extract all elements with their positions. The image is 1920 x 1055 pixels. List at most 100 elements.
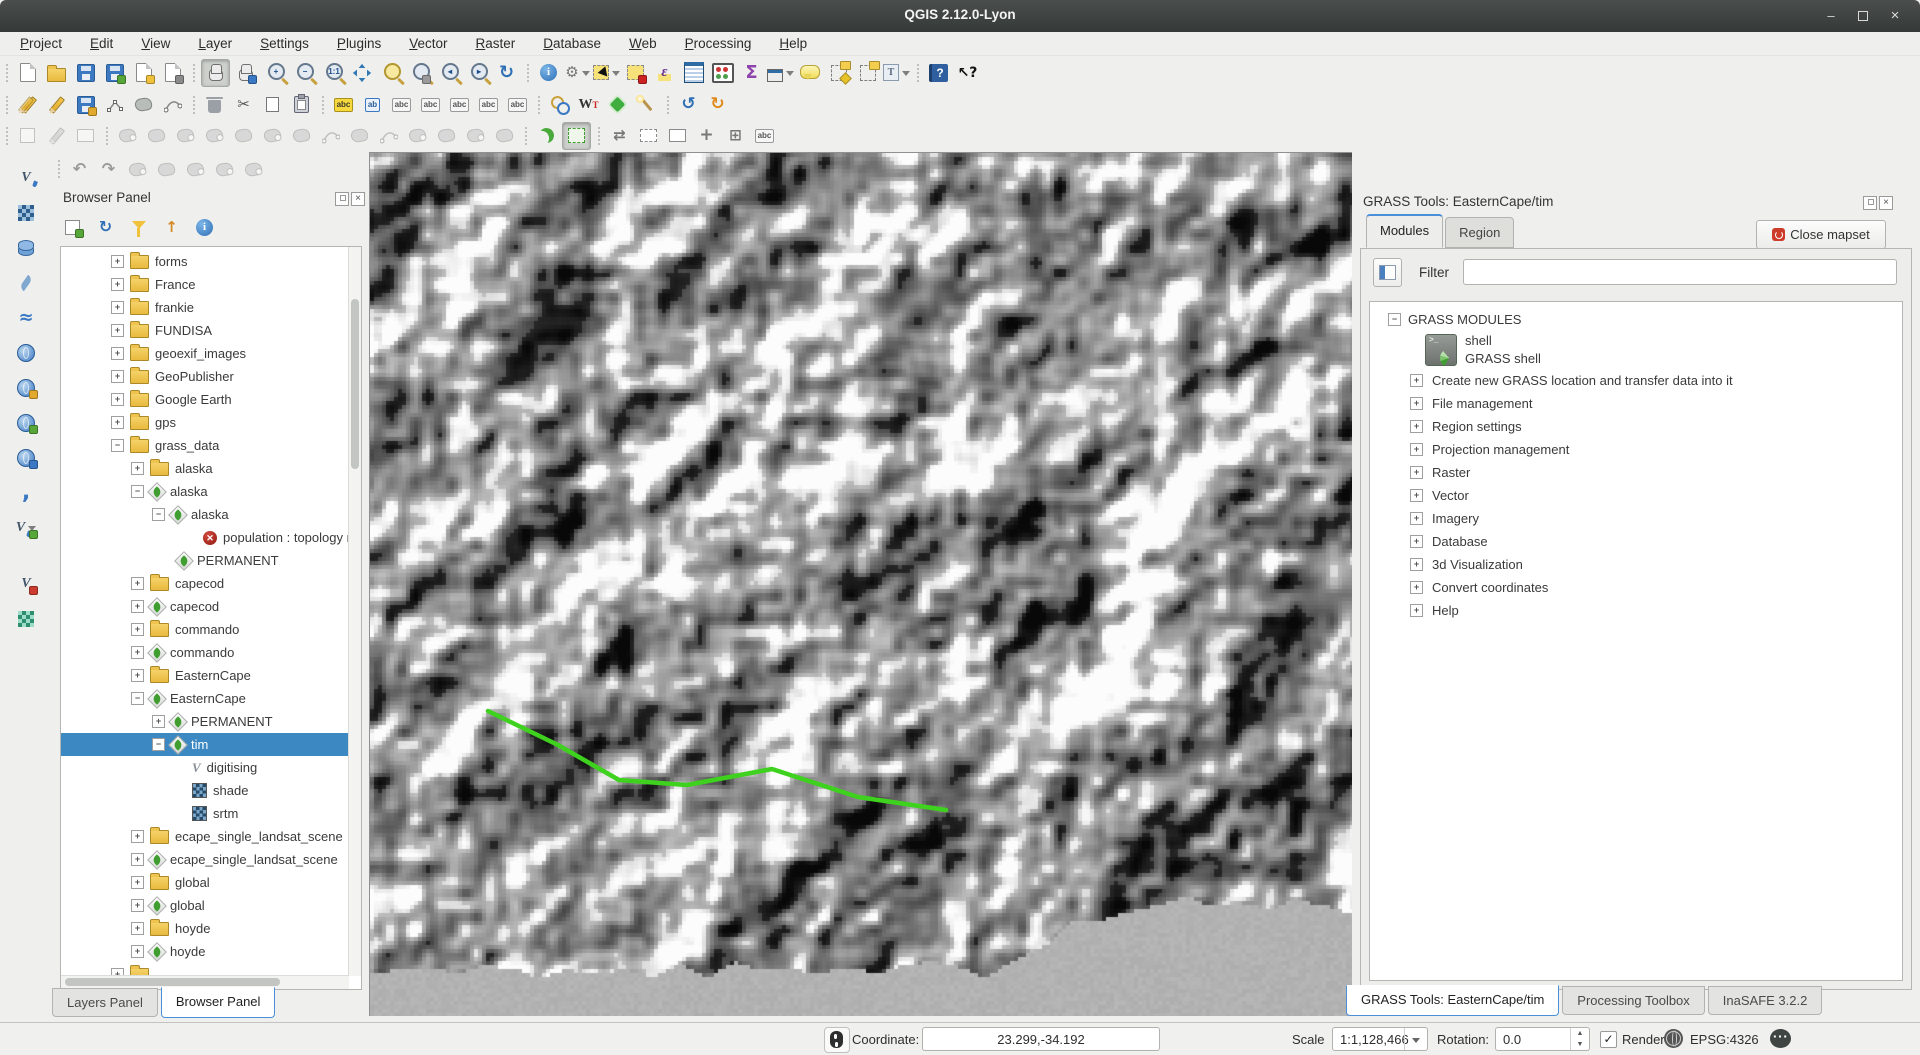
tree-expander[interactable]: + <box>131 646 144 659</box>
menu-web[interactable]: Web <box>615 34 671 53</box>
pin-unpin-labels[interactable]: abc <box>388 92 415 118</box>
scale-combo[interactable]: 1:1,128,466 <box>1332 1027 1428 1051</box>
tree-expander[interactable]: + <box>1410 420 1423 433</box>
add-wfs-layer[interactable] <box>13 445 40 471</box>
delete-part[interactable] <box>288 123 315 149</box>
copy-features[interactable] <box>259 92 286 118</box>
open-project[interactable] <box>43 60 70 86</box>
tree-item-hoyde[interactable]: +hoyde <box>61 940 349 963</box>
tab-modules[interactable]: Modules <box>1366 214 1443 248</box>
tree-expander[interactable]: + <box>131 830 144 843</box>
tree-expander[interactable]: + <box>1410 397 1423 410</box>
zoom-out[interactable]: − <box>290 60 317 86</box>
menu-settings[interactable]: Settings <box>246 34 323 53</box>
add-feature[interactable] <box>101 92 128 118</box>
spinner-arrows-icon[interactable]: ▲▼ <box>1570 1028 1589 1050</box>
node-tool[interactable] <box>159 92 186 118</box>
add-virtual-layer[interactable]: V <box>13 571 40 597</box>
tab-region[interactable]: Region <box>1445 217 1514 248</box>
plugin-layer-panel[interactable] <box>13 606 40 632</box>
tree-expander[interactable]: + <box>131 600 144 613</box>
rectangle-tool[interactable] <box>664 123 691 149</box>
menu-layer[interactable]: Layer <box>184 34 246 53</box>
tree-item-fundisa[interactable]: +FUNDISA <box>61 319 349 342</box>
tree-item-shade[interactable]: shade <box>61 779 349 802</box>
module-filter-input[interactable] <box>1463 259 1897 285</box>
filter-browser[interactable] <box>125 214 152 240</box>
close-mapset-button[interactable]: Close mapset <box>1756 220 1886 249</box>
tree-expander[interactable]: + <box>1410 558 1423 571</box>
tree-expander[interactable]: − <box>152 508 165 521</box>
tree-expander[interactable]: + <box>111 393 124 406</box>
tree-item-alaska[interactable]: −alaska <box>61 503 349 526</box>
menu-processing[interactable]: Processing <box>671 34 766 53</box>
scale-item[interactable]: ⊞ <box>722 123 749 149</box>
tree-item-forms[interactable]: +forms <box>61 250 349 273</box>
layer-properties[interactable]: i <box>191 214 218 240</box>
tree-expander[interactable]: + <box>131 462 144 475</box>
tree-expander[interactable]: + <box>1410 443 1423 456</box>
zoom-last[interactable]: ◂ <box>435 60 462 86</box>
zoom-next[interactable]: ▸ <box>464 60 491 86</box>
select-by-expression[interactable]: ε <box>651 60 678 86</box>
dock-close-icon[interactable] <box>351 192 365 206</box>
add-ring[interactable] <box>172 123 199 149</box>
zoom-in[interactable]: + <box>261 60 288 86</box>
split-parts[interactable] <box>404 123 431 149</box>
split-features-tool[interactable] <box>182 156 209 182</box>
tree-expander[interactable]: + <box>111 278 124 291</box>
tree-expander[interactable]: + <box>1410 374 1423 387</box>
add-spatialite-layer[interactable] <box>13 270 40 296</box>
tree-item-commando[interactable]: +commando <box>61 618 349 641</box>
tree-item-srtm[interactable]: srtm <box>61 802 349 825</box>
offset-curve-tool[interactable] <box>124 156 151 182</box>
tree-item-grass-data[interactable]: −grass_data <box>61 434 349 457</box>
module-group-help[interactable]: +Help <box>1370 599 1902 622</box>
tree-expander[interactable]: + <box>1410 489 1423 502</box>
text-annotation[interactable]: T <box>883 60 910 86</box>
add-part[interactable] <box>201 123 228 149</box>
menu-database[interactable]: Database <box>529 34 615 53</box>
current-edits[interactable] <box>14 92 41 118</box>
run-feature-action[interactable]: ⚙ <box>564 60 591 86</box>
zoom-to-layer[interactable] <box>406 60 433 86</box>
construction-mode[interactable] <box>43 123 70 149</box>
save-layer-edits[interactable] <box>72 92 99 118</box>
tree-item-grass-modules[interactable]: − GRASS MODULES <box>1370 308 1902 331</box>
deselect-features[interactable] <box>622 60 649 86</box>
select-features-by-rectangle[interactable] <box>593 60 620 86</box>
module-group-region-settings[interactable]: +Region settings <box>1370 415 1902 438</box>
minimize-button[interactable] <box>1822 8 1840 24</box>
tree-item-capecod[interactable]: +capecod <box>61 572 349 595</box>
messages-button[interactable] <box>1770 1029 1791 1048</box>
tree-expander[interactable]: + <box>152 715 165 728</box>
add-oracle-layer[interactable] <box>13 340 40 366</box>
tree-item-gps[interactable]: +gps <box>61 411 349 434</box>
tree-expander[interactable]: + <box>111 370 124 383</box>
add-label-item[interactable]: abc <box>751 123 778 149</box>
cut-features[interactable]: ✂ <box>230 92 257 118</box>
tab-grass-tools[interactable]: GRASS Tools: EasternCape/tim <box>1346 985 1559 1016</box>
pan-map[interactable] <box>201 59 230 87</box>
delete-selected[interactable] <box>201 92 228 118</box>
module-group-database[interactable]: +Database <box>1370 530 1902 553</box>
tree-expander[interactable]: + <box>131 876 144 889</box>
tree-expander[interactable]: + <box>111 255 124 268</box>
tree-item-permanent[interactable]: +PERMANENT <box>61 710 349 733</box>
tree-item-global[interactable]: +global <box>61 871 349 894</box>
refresh-browser[interactable]: ↻ <box>92 214 119 240</box>
tree-item-capecod[interactable]: +capecod <box>61 595 349 618</box>
tree-item-frankie[interactable]: +frankie <box>61 296 349 319</box>
grass-open-mapset[interactable] <box>533 123 560 149</box>
change-label[interactable]: abc <box>504 92 531 118</box>
tree-item-alaska[interactable]: −alaska <box>61 480 349 503</box>
new-project[interactable] <box>14 60 41 86</box>
tree-item-ecape-single-landsat-scene[interactable]: +ecape_single_landsat_scene <box>61 848 349 871</box>
browser-vertical-scrollbar[interactable] <box>348 247 361 976</box>
tree-expander[interactable]: − <box>131 692 144 705</box>
coordinate-value[interactable]: 23.299,-34.192 <box>922 1027 1160 1051</box>
parallel-constraint[interactable] <box>72 123 99 149</box>
rotate-point-symbols[interactable] <box>491 123 518 149</box>
menu-raster[interactable]: Raster <box>462 34 530 53</box>
titlebar[interactable]: QGIS 2.12.0-Lyon <box>0 0 1920 32</box>
